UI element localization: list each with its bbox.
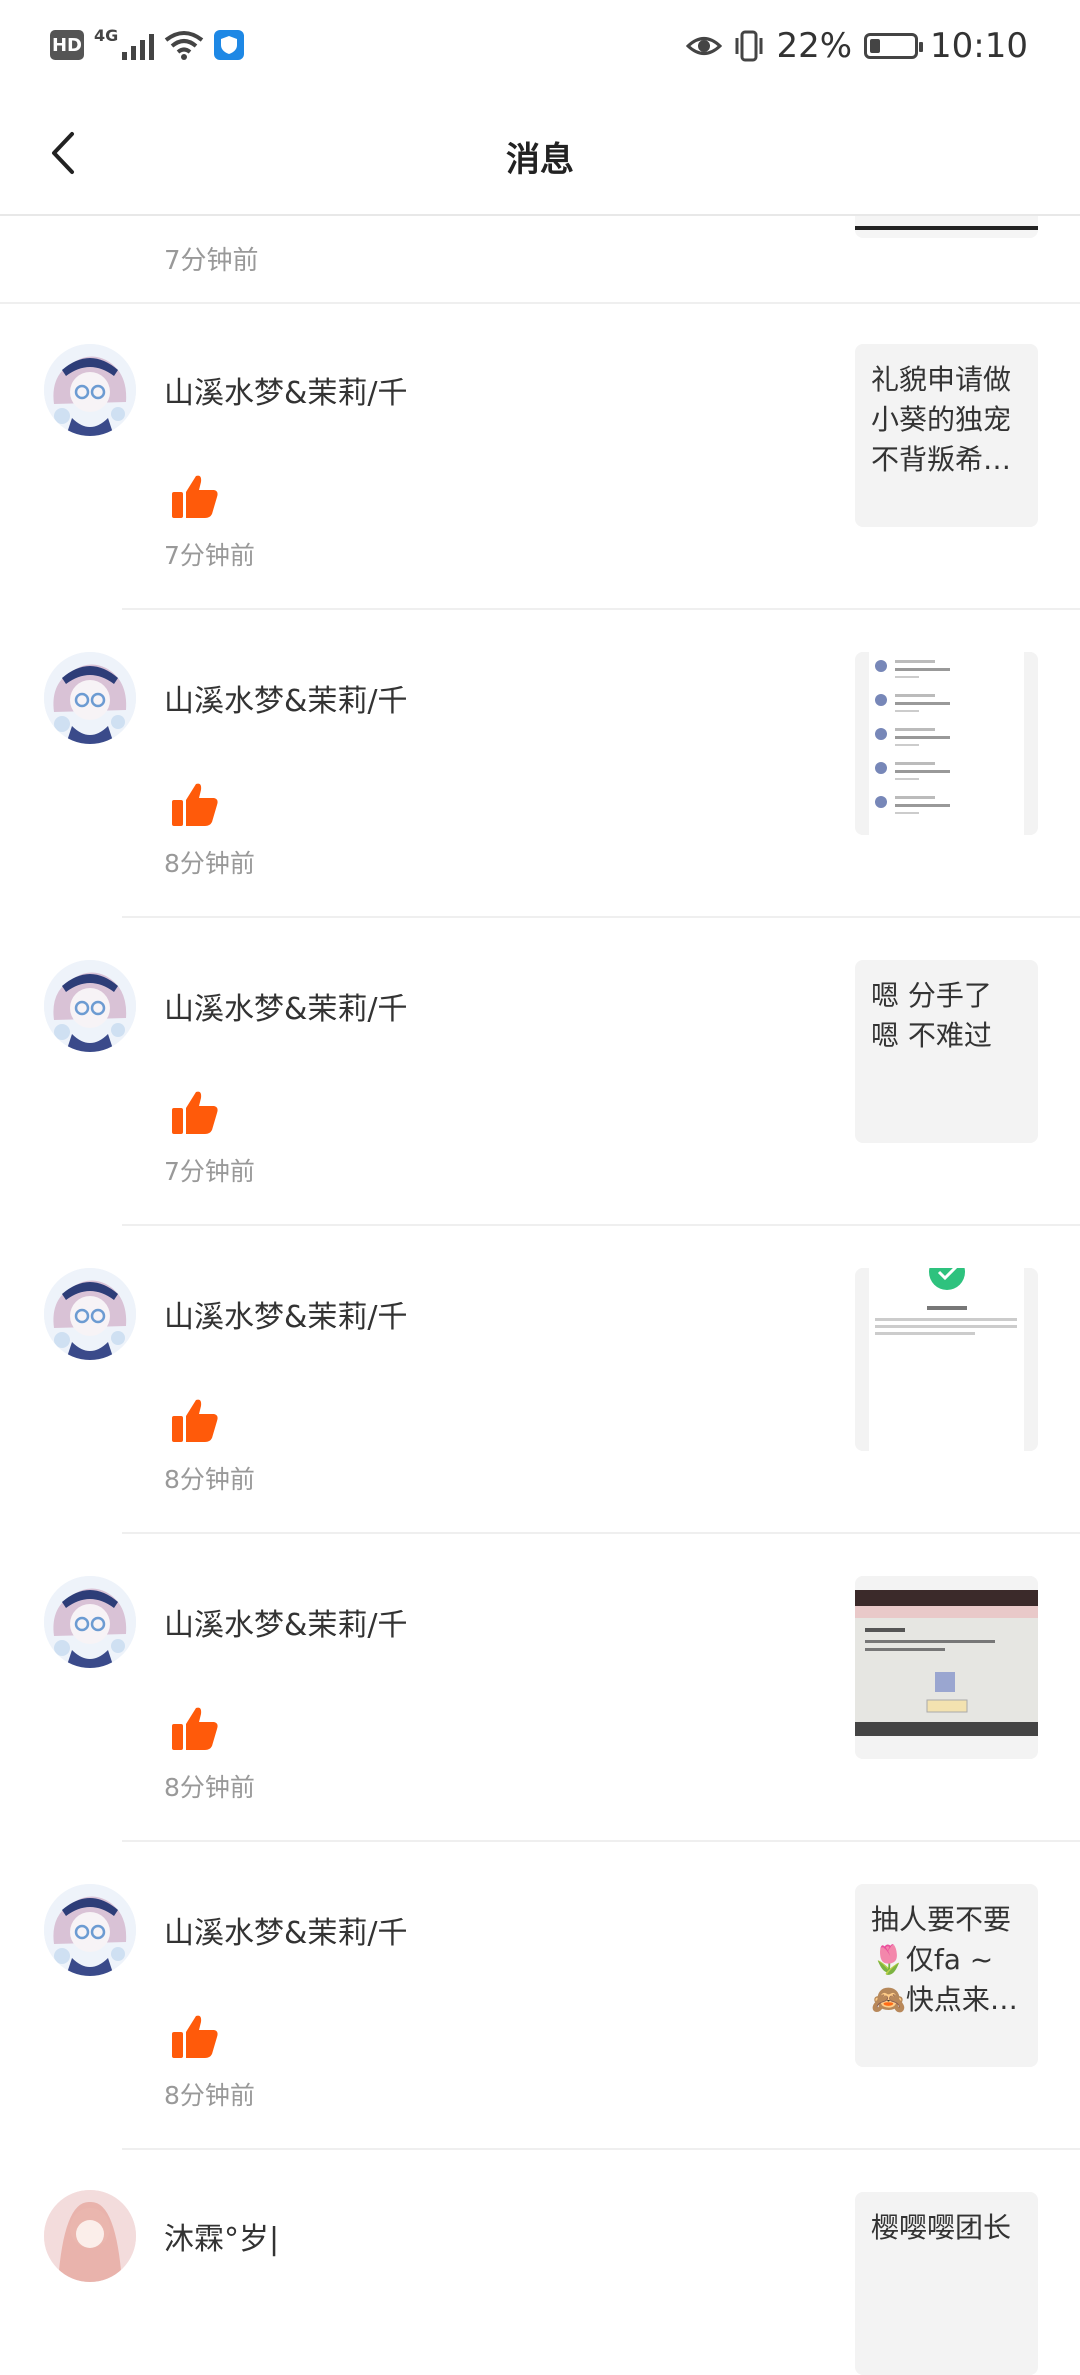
thumbnail-text: 抽人要不要 🌷仅fa ~ 🙈快点来… [871, 1903, 1018, 2016]
eye-icon [686, 37, 723, 55]
user-name[interactable]: 沐霖°岁| [164, 2214, 279, 2258]
battery-icon [864, 33, 924, 59]
status-left: HD 4G [50, 26, 245, 60]
timestamp: 8分钟前 [164, 2081, 255, 2110]
thumbnail[interactable]: 抽人要不要 🌷仅fa ~ 🙈快点来… [855, 1884, 1038, 2067]
user-name[interactable]: 山溪水梦&茉莉/千 [164, 1292, 408, 1336]
wifi-icon [165, 31, 204, 60]
timestamp: 7分钟前 [164, 541, 255, 570]
like-thumbs-up-icon [170, 472, 220, 522]
network-type: 4G [94, 25, 119, 45]
list-item-partial-top[interactable]: 7分钟前 [0, 216, 1080, 304]
list-item-partial-bottom[interactable]: 沐霖°岁| 樱嘤嘤团长 [0, 2150, 1080, 2375]
status-bar: HD 4G 22% 10:10 [0, 0, 1080, 96]
like-thumbs-up-icon [170, 1704, 220, 1754]
thumbnail[interactable]: 樱嘤嘤团长 [855, 2192, 1038, 2375]
like-thumbs-up-icon [170, 1088, 220, 1138]
avatar[interactable] [44, 344, 136, 436]
thumbnail-text: 礼貌申请做 小葵的独宠 不背叛希… [871, 363, 1012, 476]
list-item[interactable]: 山溪水梦&茉莉/千 7分钟前 礼貌申请做 小葵的独宠 不背叛希… [0, 302, 1080, 610]
shield-app-icon [214, 30, 245, 60]
user-name[interactable]: 山溪水梦&茉莉/千 [164, 676, 408, 720]
battery-percent: 22% [776, 26, 853, 66]
list-item[interactable]: 山溪水梦&茉莉/千 8分钟前 抽人要不要 🌷仅fa ~ 🙈快点来… [0, 1842, 1080, 2150]
thumbnail[interactable]: 嗯 分手了 嗯 不难过 [855, 960, 1038, 1143]
status-right: 22% 10:10 [686, 26, 1028, 66]
clock: 10:10 [930, 26, 1028, 66]
thumbnail[interactable] [855, 652, 1038, 835]
thumbnail-partial[interactable] [855, 216, 1038, 238]
timestamp: 8分钟前 [164, 1773, 255, 1802]
like-thumbs-up-icon [170, 1396, 220, 1446]
list-item[interactable]: 山溪水梦&茉莉/千 8分钟前 [0, 1226, 1080, 1534]
user-name[interactable]: 山溪水梦&茉莉/千 [164, 984, 408, 1028]
thumbnail[interactable] [855, 1576, 1038, 1759]
app-header: 消息 [0, 96, 1080, 216]
timestamp: 7分钟前 [164, 1157, 255, 1186]
avatar[interactable] [44, 1268, 136, 1360]
thumbnail-text: 樱嘤嘤团长 [871, 2211, 1012, 2244]
thumbnail[interactable] [855, 1268, 1038, 1451]
avatar[interactable] [44, 1576, 136, 1668]
vibrate-icon [735, 30, 763, 62]
timestamp: 7分钟前 [164, 246, 259, 276]
list-item[interactable]: 山溪水梦&茉莉/千 8分钟前 [0, 1534, 1080, 1842]
avatar[interactable] [44, 1884, 136, 1976]
thumbnail[interactable]: 礼貌申请做 小葵的独宠 不背叛希… [855, 344, 1038, 527]
like-thumbs-up-icon [170, 780, 220, 830]
avatar[interactable] [44, 2190, 136, 2282]
list-item[interactable]: 山溪水梦&茉莉/千 8分钟前 [0, 610, 1080, 918]
timestamp: 8分钟前 [164, 849, 255, 878]
user-name[interactable]: 山溪水梦&茉莉/千 [164, 1600, 408, 1644]
timestamp: 8分钟前 [164, 1465, 255, 1494]
avatar[interactable] [44, 652, 136, 744]
battery-fill [870, 39, 881, 53]
like-thumbs-up-icon [170, 2012, 220, 2062]
signal-icon [122, 30, 155, 60]
thumbnail-text: 嗯 分手了 嗯 不难过 [871, 979, 992, 1052]
hd-badge: HD [50, 30, 84, 60]
page-title: 消息 [506, 140, 574, 180]
avatar[interactable] [44, 960, 136, 1052]
list-item[interactable]: 山溪水梦&茉莉/千 7分钟前 嗯 分手了 嗯 不难过 [0, 918, 1080, 1226]
user-name[interactable]: 山溪水梦&茉莉/千 [164, 1908, 408, 1952]
user-name[interactable]: 山溪水梦&茉莉/千 [164, 368, 408, 412]
